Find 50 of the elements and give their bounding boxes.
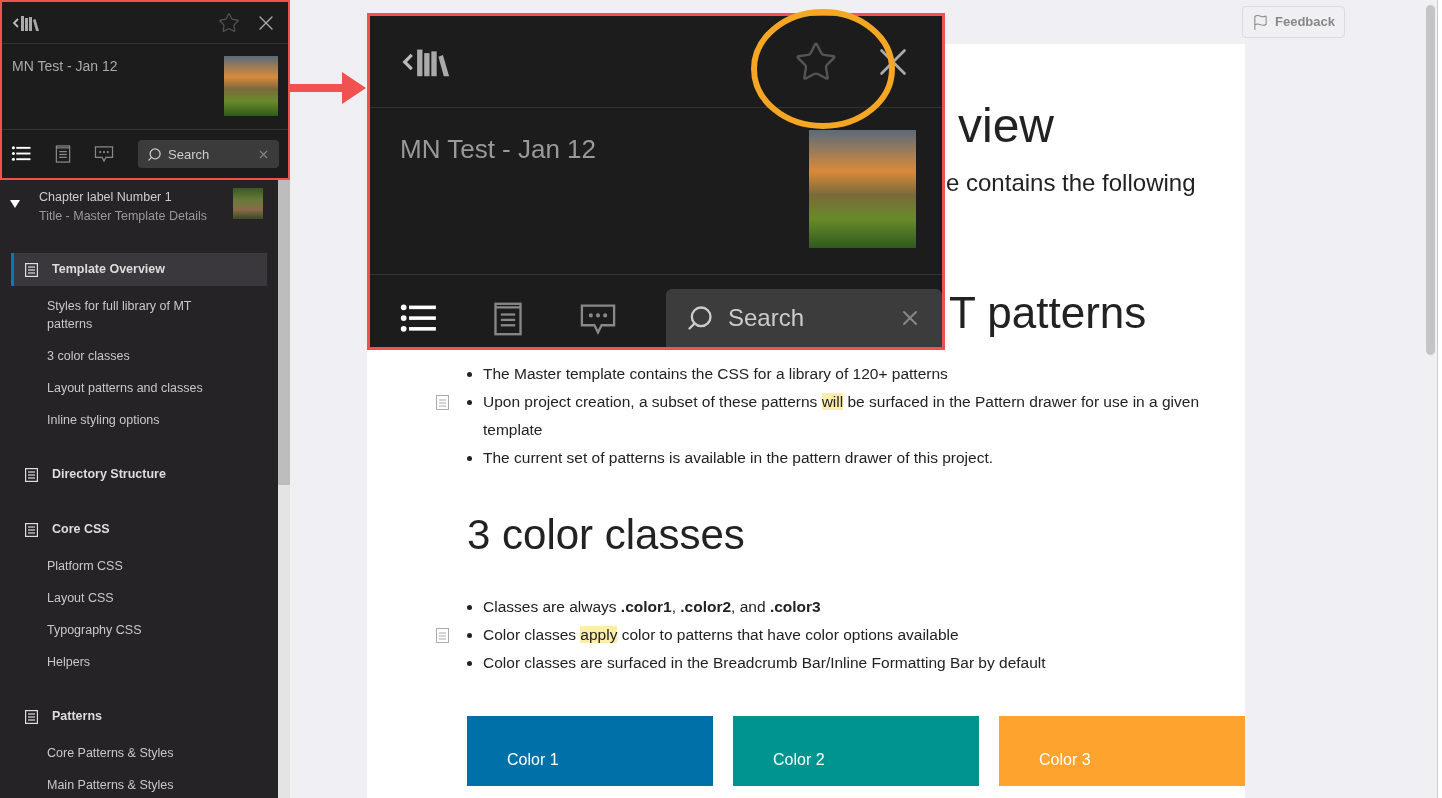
document-icon [25,262,38,277]
toc-subitem[interactable]: Typography CSS [47,614,217,646]
book-title: MN Test - Jan 12 [12,57,118,76]
toc-subitem[interactable]: Helpers [47,646,217,678]
search-icon [147,147,162,162]
toc-subitem[interactable]: Main Patterns & Styles [47,769,217,798]
document-icon [25,709,38,724]
flag-icon [1252,13,1269,31]
search-icon [686,304,714,332]
bullet-text: The current set of patterns is available in the pattern drawer of this project. [483,448,995,468]
chapter-label[interactable]: Chapter label Number 1 [39,188,208,207]
toc-subitem[interactable]: Layout CSS [47,582,217,614]
book-title: MN Test - Jan 12 [400,133,597,166]
color-card: Color 1 [467,716,713,786]
toc-section-item[interactable]: Patterns [11,700,267,733]
expand-triangle-icon[interactable] [10,200,20,208]
search-field[interactable]: Search [666,289,942,347]
toc-subitem[interactable]: Core Patterns & Styles [47,737,217,769]
toc-subitem[interactable]: Styles for full library of MT patterns [47,290,217,340]
chapter-subtitle: Title - Master Template Details [39,208,208,225]
bullet-text: Classes are always .color1, .color2, and .color3 [483,597,822,617]
search-field[interactable]: Search [138,140,279,168]
color-card: Color 3 [999,716,1245,786]
document-icon [25,467,38,482]
list-icon[interactable] [11,145,31,163]
bullet-text: Upon project creation, a subset of these patterns will be surfaced in the Pattern drawer for use in a given template [483,392,1200,440]
document-icon [25,522,38,537]
toc-section-item[interactable]: Directory Structure [11,458,267,491]
section-heading: T patterns [949,288,1148,338]
toc-subitem[interactable]: 3 color classes [47,340,217,372]
color-card: Color 2 [733,716,979,786]
bullet-text: Color classes are surfaced in the Breadcrumb Bar/Inline Formatting Bar by default [483,653,1047,673]
bullet-text: The Master template contains the CSS for a library of 120+ patterns [483,364,949,384]
comment-icon[interactable] [578,302,618,336]
toc-subitem[interactable]: Platform CSS [47,550,217,582]
clear-icon[interactable] [257,148,270,161]
toc-section-item[interactable]: Template Overview [11,253,267,286]
bullet-text: Color classes apply color to patterns that have color options available [483,625,960,645]
toc-section-item[interactable]: Core CSS [11,513,267,546]
photo-placeholder [233,188,263,219]
toc-subitem[interactable]: Layout patterns and classes [47,372,217,404]
star-icon[interactable] [218,11,240,34]
comment-icon[interactable] [94,145,115,163]
library-back-icon[interactable] [12,13,40,32]
page-title: view [958,98,1056,154]
scrollbar[interactable] [278,180,290,798]
photo-placeholder [224,56,278,116]
toc-subitem[interactable]: Inline styling options [47,404,217,436]
intro-text: e contains the following [946,168,1197,198]
section-heading: 3 color classes [467,510,746,560]
